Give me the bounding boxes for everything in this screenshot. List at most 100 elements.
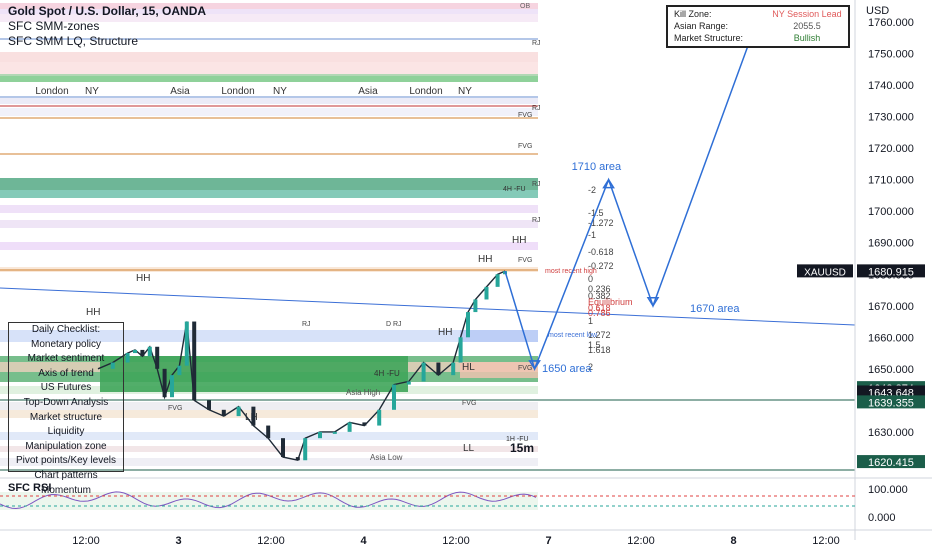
candle xyxy=(495,274,500,287)
x-tick-label: 12:00 xyxy=(72,535,100,547)
hl-label: HL xyxy=(462,362,475,373)
target-1650-label: 1650 area xyxy=(542,363,592,375)
candle xyxy=(266,425,271,439)
x-tick-label: 12:00 xyxy=(257,535,285,547)
fib-label: 1 xyxy=(588,316,593,326)
rj-label: RJ xyxy=(532,181,541,188)
info-row-killzone: Kill Zone: NY Session Lead xyxy=(674,9,842,21)
candle xyxy=(347,422,352,432)
killzone-key: Kill Zone: xyxy=(674,9,712,19)
zone-band xyxy=(0,108,538,116)
candle xyxy=(281,438,285,458)
fvg-label: FVG xyxy=(518,112,532,119)
candle xyxy=(162,368,167,398)
info-row-asian-range: Asian Range: 2055.5 xyxy=(674,21,842,33)
candle xyxy=(332,431,337,434)
zone-band xyxy=(0,242,538,250)
rj-label: RJ xyxy=(532,217,541,224)
zone-band xyxy=(0,190,538,198)
candle xyxy=(466,312,470,338)
candle xyxy=(207,400,211,410)
candle xyxy=(184,321,189,366)
hh-label: HH xyxy=(438,327,452,338)
indicator-structure-label[interactable]: SFC SMM LQ, Structure xyxy=(8,34,206,49)
projection-path xyxy=(504,21,758,372)
ob-label: OB xyxy=(520,3,530,10)
symbol-title: Gold Spot / U.S. Dollar, 15, OANDA xyxy=(8,4,207,18)
zone-band xyxy=(0,52,538,62)
zone-band xyxy=(0,178,538,190)
demand-zone xyxy=(100,356,408,392)
candle xyxy=(177,365,182,376)
fib-label: -2 xyxy=(588,185,596,195)
structure-value: Bullish xyxy=(793,33,821,43)
fu-label: 4H -FU xyxy=(374,369,400,378)
fib-label: -1 xyxy=(588,230,596,240)
y-tick-label: 1730.000 xyxy=(868,112,914,124)
x-tick-label: 12:00 xyxy=(442,535,470,547)
zone-band xyxy=(0,220,538,228)
rj-label: RJ xyxy=(532,40,541,47)
checklist-item: Market sentiment xyxy=(27,353,105,365)
structure-key: Market Structure: xyxy=(674,33,744,43)
checklist-item: Liquidity xyxy=(47,426,85,438)
price-chart[interactable]: London NY Asia London NY Asia London NY-2-1.5-1… xyxy=(0,0,932,550)
rj-label: RJ xyxy=(302,321,311,328)
fvg-label: FVG xyxy=(518,143,532,150)
candle xyxy=(303,438,308,461)
price-tag-value: 1639.355 xyxy=(868,397,914,409)
checklist-title: Daily Checklist: xyxy=(31,324,101,335)
session-label: Asia xyxy=(358,86,378,97)
x-tick-label: 7 xyxy=(545,535,551,547)
checklist-item: Monetary policy xyxy=(30,338,102,350)
session-info-box: Kill Zone: NY Session Lead Asian Range: … xyxy=(666,5,850,48)
hh-label: HH xyxy=(136,273,150,284)
hh-label: HH xyxy=(478,254,492,265)
rsi-scale-bottom: 0.000 xyxy=(868,512,896,524)
candle xyxy=(140,349,145,357)
killzone-value: NY Session Lead xyxy=(772,9,842,19)
indicator-zones-label[interactable]: SFC SMM-zones xyxy=(8,19,206,34)
info-row-structure: Market Structure: Bullish xyxy=(674,33,842,45)
fib-label: 0 xyxy=(588,274,593,284)
candle xyxy=(436,362,441,376)
hh-label: HH xyxy=(512,235,526,246)
session-label: NY xyxy=(85,86,99,97)
asia-high-label: Asia High xyxy=(346,388,380,397)
price-tag-value: 1620.415 xyxy=(868,457,914,469)
checklist-item: US Futures xyxy=(40,382,92,394)
checklist-item: Top-Down Analysis xyxy=(23,396,109,408)
zone-band xyxy=(0,205,538,213)
rsi-title[interactable]: SFC RSI xyxy=(8,482,51,494)
target-1710-label: 1710 area xyxy=(572,161,622,173)
candle xyxy=(155,346,160,369)
hh-label: HH xyxy=(86,307,100,318)
candle xyxy=(170,375,174,398)
candle xyxy=(133,349,137,354)
checklist-item: Pivot points/Key levels xyxy=(15,455,117,467)
currency-label: USD xyxy=(866,5,890,17)
candle xyxy=(362,422,367,426)
candle xyxy=(392,384,396,410)
ll-label: LL xyxy=(463,443,475,454)
fib-label: 1.618 xyxy=(588,345,611,355)
x-tick-label: 12:00 xyxy=(627,535,655,547)
checklist-item: Axis of trend xyxy=(38,367,94,379)
projection-arrowhead xyxy=(646,297,660,308)
session-label: London xyxy=(409,86,442,97)
candle xyxy=(458,337,463,363)
rj-label: RJ xyxy=(532,105,541,112)
candle xyxy=(251,406,256,426)
x-tick-label: 8 xyxy=(730,535,736,547)
price-tag-value: 1680.915 xyxy=(868,266,914,278)
candle xyxy=(406,381,411,385)
fu-label: 1H -FU xyxy=(506,436,529,443)
zone-band xyxy=(0,98,538,104)
y-tick-label: 1690.000 xyxy=(868,238,914,250)
asian-range-value: 2055.5 xyxy=(793,21,821,31)
recent-low-label: most recent low xyxy=(548,332,598,339)
checklist-item: Market structure xyxy=(29,411,103,423)
candle xyxy=(421,362,426,382)
candle xyxy=(192,321,197,401)
asia-low-label: Asia Low xyxy=(370,453,403,462)
